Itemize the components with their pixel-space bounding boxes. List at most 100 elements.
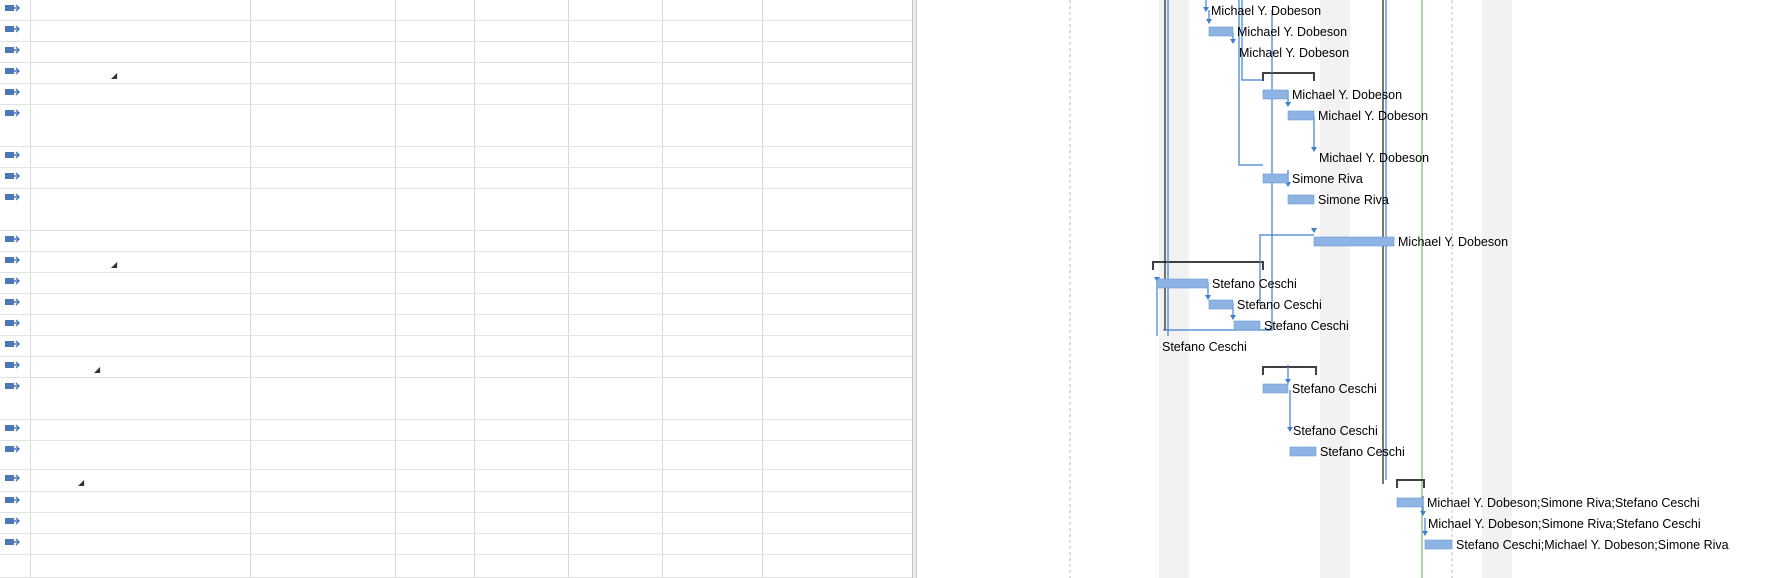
auto-scheduled-task-icon[interactable]	[4, 537, 20, 549]
auto-scheduled-task-icon[interactable]	[4, 473, 20, 485]
task-name[interactable]: ◢	[94, 360, 232, 378]
gantt-resource-label: Stefano Ceschi	[1293, 424, 1378, 438]
table-row[interactable]	[0, 21, 912, 42]
gantt-canvas: Michael Y. Dobeson Michael Y. Dobeson Mich…	[1069, 0, 1729, 578]
collapse-triangle-icon[interactable]: ◢	[111, 260, 117, 269]
summary-bracket	[1396, 479, 1425, 488]
table-row[interactable]	[0, 168, 912, 189]
table-row[interactable]	[0, 0, 912, 21]
auto-scheduled-task-icon[interactable]	[4, 87, 20, 99]
link-arrow-icon	[1311, 147, 1317, 152]
link-arrow-icon	[1285, 379, 1291, 384]
gantt-resource-label: Michael Y. Dobeson	[1211, 4, 1321, 18]
table-row[interactable]	[0, 378, 912, 420]
collapse-triangle-icon[interactable]: ◢	[94, 365, 100, 374]
auto-scheduled-task-icon[interactable]	[4, 297, 20, 309]
task-bar	[1287, 110, 1315, 121]
table-row[interactable]	[0, 189, 912, 231]
table-row[interactable]	[0, 420, 912, 441]
task-name[interactable]: ◢	[111, 255, 232, 273]
table-row[interactable]	[0, 84, 912, 105]
table-row[interactable]	[0, 231, 912, 252]
table-row[interactable]: ◢	[0, 470, 912, 492]
table-row[interactable]	[0, 534, 912, 555]
task-bar	[1424, 539, 1453, 550]
gantt-resource-label: Stefano Ceschi	[1320, 445, 1405, 459]
table-row[interactable]: ◢	[0, 357, 912, 378]
nonworking-shade	[1482, 0, 1512, 578]
auto-scheduled-task-icon[interactable]	[4, 255, 20, 267]
link-arrow-icon	[1420, 511, 1426, 516]
task-bar	[1287, 194, 1315, 205]
task-bar	[1262, 89, 1289, 100]
task-name[interactable]: ◢	[111, 66, 232, 84]
gantt-resource-label: Stefano Ceschi;Michael Y. Dobeson;Simone…	[1456, 538, 1729, 552]
auto-scheduled-task-icon[interactable]	[4, 45, 20, 57]
task-table: ◢ ◢ ◢ ◢	[0, 0, 912, 578]
gantt-resource-label: Stefano Ceschi	[1264, 319, 1349, 333]
task-bar	[1156, 278, 1209, 289]
task-bar	[1233, 320, 1261, 331]
gantt-resource-label: Michael Y. Dobeson	[1398, 235, 1508, 249]
gantt-resource-label: Michael Y. Dobeson;Simone Riva;Stefano C…	[1428, 517, 1701, 531]
summary-bracket	[1262, 366, 1317, 375]
gantt-resource-label: Michael Y. Dobeson	[1292, 88, 1402, 102]
link-arrow-icon	[1230, 315, 1236, 320]
table-row[interactable]	[0, 315, 912, 336]
auto-scheduled-task-icon[interactable]	[4, 381, 20, 393]
link-arrow-icon	[1311, 228, 1317, 233]
gantt-resource-label: Simone Riva	[1318, 193, 1389, 207]
gantt-chart: Michael Y. Dobeson Michael Y. Dobeson Mich…	[917, 0, 1792, 578]
gantt-resource-label: Stefano Ceschi	[1292, 382, 1377, 396]
collapse-triangle-icon[interactable]: ◢	[111, 71, 117, 80]
collapse-triangle-icon[interactable]: ◢	[78, 478, 84, 487]
auto-scheduled-task-icon[interactable]	[4, 150, 20, 162]
auto-scheduled-task-icon[interactable]	[4, 24, 20, 36]
auto-scheduled-task-icon[interactable]	[4, 234, 20, 246]
table-row[interactable]	[0, 273, 912, 294]
link-arrow-icon	[1203, 7, 1209, 12]
auto-scheduled-task-icon[interactable]	[4, 423, 20, 435]
auto-scheduled-task-icon[interactable]	[4, 276, 20, 288]
auto-scheduled-task-icon[interactable]	[4, 171, 20, 183]
table-row[interactable]	[0, 492, 912, 513]
table-row[interactable]	[0, 441, 912, 470]
auto-scheduled-task-icon[interactable]	[4, 516, 20, 528]
table-row[interactable]	[0, 555, 912, 578]
summary-bracket	[1262, 72, 1315, 81]
link-arrow-icon	[1205, 295, 1211, 300]
table-row[interactable]	[0, 336, 912, 357]
auto-scheduled-task-icon[interactable]	[4, 495, 20, 507]
task-bar	[1313, 236, 1395, 247]
nonworking-shade	[1320, 0, 1350, 578]
task-bar	[1262, 173, 1289, 184]
auto-scheduled-task-icon[interactable]	[4, 108, 20, 120]
table-row[interactable]	[0, 42, 912, 63]
auto-scheduled-task-icon[interactable]	[4, 444, 20, 456]
auto-scheduled-task-icon[interactable]	[4, 339, 20, 351]
auto-scheduled-task-icon[interactable]	[4, 192, 20, 204]
auto-scheduled-task-icon[interactable]	[4, 318, 20, 330]
link-arrow-icon	[1206, 19, 1212, 24]
gantt-resource-label: Michael Y. Dobeson	[1237, 25, 1347, 39]
table-row[interactable]	[0, 513, 912, 534]
task-name[interactable]: ◢	[78, 473, 232, 491]
table-row[interactable]: ◢	[0, 252, 912, 273]
nonworking-shade	[1159, 0, 1189, 578]
gantt-resource-label: Michael Y. Dobeson	[1318, 109, 1428, 123]
link-arrow-icon	[1285, 102, 1291, 107]
auto-scheduled-task-icon[interactable]	[4, 66, 20, 78]
table-row[interactable]	[0, 294, 912, 315]
gantt-resource-label: Stefano Ceschi	[1237, 298, 1322, 312]
table-row[interactable]	[0, 105, 912, 147]
gantt-resource-label: Michael Y. Dobeson	[1319, 151, 1429, 165]
task-bar	[1396, 497, 1424, 508]
auto-scheduled-task-icon[interactable]	[4, 3, 20, 15]
gantt-resource-label: Simone Riva	[1292, 172, 1363, 186]
auto-scheduled-task-icon[interactable]	[4, 360, 20, 372]
link-arrow-icon	[1230, 39, 1236, 44]
table-row[interactable]	[0, 147, 912, 168]
gantt-resource-label: Michael Y. Dobeson	[1239, 46, 1349, 60]
table-row[interactable]: ◢	[0, 63, 912, 84]
link-arrow-icon	[1422, 531, 1428, 536]
